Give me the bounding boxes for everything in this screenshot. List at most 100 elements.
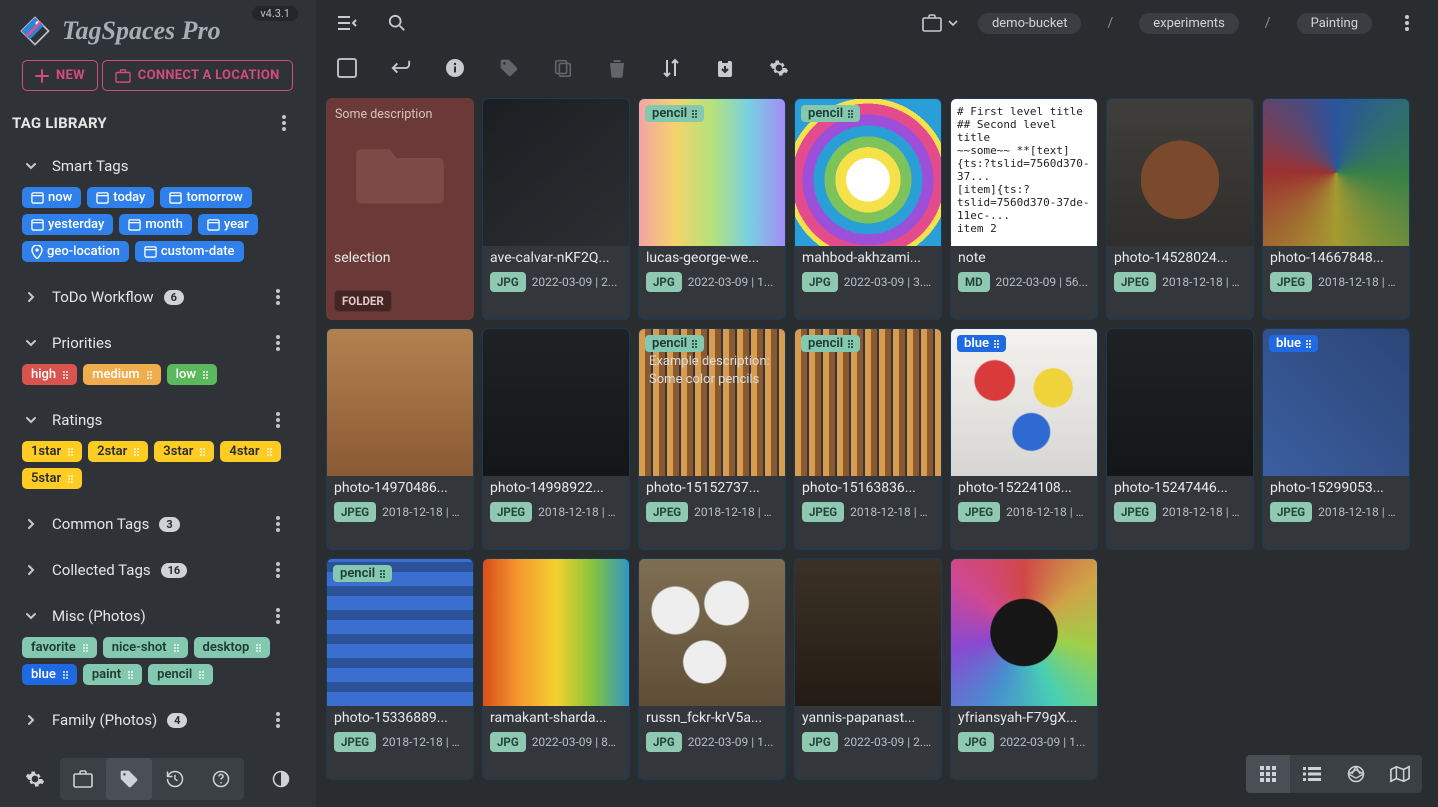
search-button[interactable] <box>382 8 412 38</box>
tag-3star[interactable]: 3star <box>154 441 214 462</box>
tag-4star[interactable]: 4star <box>220 441 280 462</box>
file-card[interactable]: bluephoto-15299053...JPEG2018-12-18 | 54… <box>1262 328 1410 550</box>
tag-custom-date[interactable]: custom-date <box>135 241 244 262</box>
help-button[interactable] <box>198 758 244 800</box>
group-head-common-tags[interactable]: Common Tags 3 <box>16 507 306 541</box>
tag-low[interactable]: low <box>167 364 217 385</box>
tag-pencil[interactable]: pencil <box>148 664 213 685</box>
file-card[interactable]: russn_fckr-krV5a...JPG2022-03-09 | 1... <box>638 558 786 780</box>
file-ext-badge: JPEG <box>958 502 1000 522</box>
group-head-collected-tags[interactable]: Collected Tags 16 <box>16 553 306 587</box>
file-card[interactable]: pencilphoto-15163836...JPEG2018-12-18 | … <box>794 328 942 550</box>
tag-tomorrow[interactable]: tomorrow <box>160 187 251 208</box>
file-card[interactable]: photo-14667848...JPEG2018-12-18 | 78... <box>1262 98 1410 320</box>
tag-yesterday[interactable]: yesterday <box>22 214 113 235</box>
toggle-drawer-button[interactable] <box>332 8 362 38</box>
connect-location-button[interactable]: CONNECT A LOCATION <box>102 60 293 91</box>
breadcrumb-2[interactable]: Painting <box>1297 13 1372 34</box>
tag-desktop[interactable]: desktop <box>194 637 271 658</box>
file-card[interactable]: # First level title ## Second level titl… <box>950 98 1098 320</box>
file-card[interactable]: bluephoto-15224108...JPEG2018-12-18 | 39… <box>950 328 1098 550</box>
group-head-priorities[interactable]: Priorities <box>16 326 306 360</box>
history-button[interactable] <box>152 758 198 800</box>
tag-5star[interactable]: 5star <box>22 468 82 489</box>
locations-button[interactable] <box>60 758 106 800</box>
file-thumbnail <box>483 559 629 706</box>
tag-blue[interactable]: blue <box>22 664 77 685</box>
file-card[interactable]: pencilphoto-15336889...JPEG2018-12-18 | … <box>326 558 474 780</box>
tag-high[interactable]: high <box>22 364 77 385</box>
thumbnail-tag[interactable]: pencil <box>801 335 860 352</box>
list-view-button[interactable] <box>1290 755 1334 793</box>
file-card[interactable]: ave-calvar-nKF2Q...JPG2022-03-09 | 2... <box>482 98 630 320</box>
import-button[interactable] <box>712 55 738 81</box>
file-card[interactable]: pencillucas-george-we...JPG2022-03-09 | … <box>638 98 786 320</box>
file-card[interactable]: pencilmahbod-akhzami...JPG2022-03-09 | 3… <box>794 98 942 320</box>
view-settings-button[interactable] <box>766 55 792 81</box>
breadcrumb-menu-button[interactable] <box>1392 8 1422 38</box>
tag-today[interactable]: today <box>87 187 154 208</box>
settings-button[interactable] <box>14 758 56 800</box>
tag-geo-location[interactable]: geo-location <box>22 241 129 262</box>
chevron-right-icon <box>20 709 42 731</box>
file-thumbnail <box>795 559 941 706</box>
file-card[interactable]: photo-15247446...JPEG2018-12-18 | 38... <box>1106 328 1254 550</box>
file-card[interactable]: photo-14528024...JPEG2018-12-18 | 55... <box>1106 98 1254 320</box>
sort-button[interactable] <box>658 55 684 81</box>
tag-year[interactable]: year <box>198 214 258 235</box>
tag-1star[interactable]: 1star <box>22 441 82 462</box>
breadcrumb-0[interactable]: demo-bucket <box>978 13 1082 34</box>
group-head-misc-photos[interactable]: Misc (Photos) <box>16 599 306 633</box>
grid-view-button[interactable] <box>1246 755 1290 793</box>
group-head-todo[interactable]: ToDo Workflow 6 <box>16 280 306 314</box>
file-card[interactable]: photo-14998922...JPEG2018-12-18 | 40... <box>482 328 630 550</box>
file-thumbnail: pencil <box>795 329 941 476</box>
group-menu-button[interactable] <box>264 406 292 434</box>
gallery-view-button[interactable] <box>1334 755 1378 793</box>
folder-card[interactable]: Some description selection FOLDER <box>326 98 474 320</box>
map-view-button[interactable] <box>1378 755 1422 793</box>
tag-paint[interactable]: paint <box>83 664 142 685</box>
group-todo: ToDo Workflow 6 <box>10 274 306 320</box>
tag-library-menu-button[interactable] <box>270 109 298 137</box>
folder-properties-button[interactable] <box>442 55 468 81</box>
location-dropdown[interactable] <box>922 8 958 38</box>
file-date-size: 2018-12-18 | 61... <box>694 505 778 519</box>
navigate-up-button[interactable] <box>388 55 414 81</box>
thumbnail-tag[interactable]: blue <box>1269 335 1318 352</box>
group-menu-button[interactable] <box>264 602 292 630</box>
tag-favorite[interactable]: favorite <box>22 637 97 658</box>
copy-icon <box>553 58 573 78</box>
tag-nice-shot[interactable]: nice-shot <box>103 637 188 658</box>
breadcrumb-1[interactable]: experiments <box>1139 13 1239 34</box>
group-menu-button[interactable] <box>264 556 292 584</box>
file-card[interactable]: ramakant-sharda...JPG2022-03-09 | 80... <box>482 558 630 780</box>
group-head-smart-tags[interactable]: Smart Tags <box>16 149 306 183</box>
tag-library-button[interactable] <box>106 758 152 800</box>
tag-month[interactable]: month <box>119 214 192 235</box>
file-date-size: 2022-03-09 | 80... <box>532 735 622 749</box>
sidebar: TagSpaces Pro v4.3.1 NEW CONNECT A LOCAT… <box>0 0 316 807</box>
theme-toggle-button[interactable] <box>260 758 302 800</box>
group-menu-button[interactable] <box>264 706 292 734</box>
group-menu-button[interactable] <box>264 510 292 538</box>
file-thumbnail <box>327 329 473 476</box>
file-card[interactable]: yannis-papanast...JPG2022-03-09 | 2.8... <box>794 558 942 780</box>
file-card[interactable]: photo-14970486...JPEG2018-12-18 | 59... <box>326 328 474 550</box>
group-menu-button[interactable] <box>264 329 292 357</box>
thumbnail-tag[interactable]: pencil <box>645 105 704 122</box>
group-head-ratings[interactable]: Ratings <box>16 403 306 437</box>
select-all-checkbox[interactable] <box>334 55 360 81</box>
file-card[interactable]: yfriansyah-F79gX...JPG2022-03-09 | 1... <box>950 558 1098 780</box>
tag-medium[interactable]: medium <box>83 364 160 385</box>
file-ext-badge: JPEG <box>334 502 376 522</box>
thumbnail-tag[interactable]: pencil <box>801 105 860 122</box>
file-card[interactable]: pencilExample description: Some color pe… <box>638 328 786 550</box>
tag-now[interactable]: now <box>22 187 81 208</box>
group-menu-button[interactable] <box>264 283 292 311</box>
thumbnail-tag[interactable]: blue <box>957 335 1006 352</box>
tag-2star[interactable]: 2star <box>88 441 148 462</box>
group-head-family-photos[interactable]: Family (Photos) 4 <box>16 703 306 737</box>
thumbnail-tag[interactable]: pencil <box>333 565 392 582</box>
new-button[interactable]: NEW <box>22 60 98 91</box>
